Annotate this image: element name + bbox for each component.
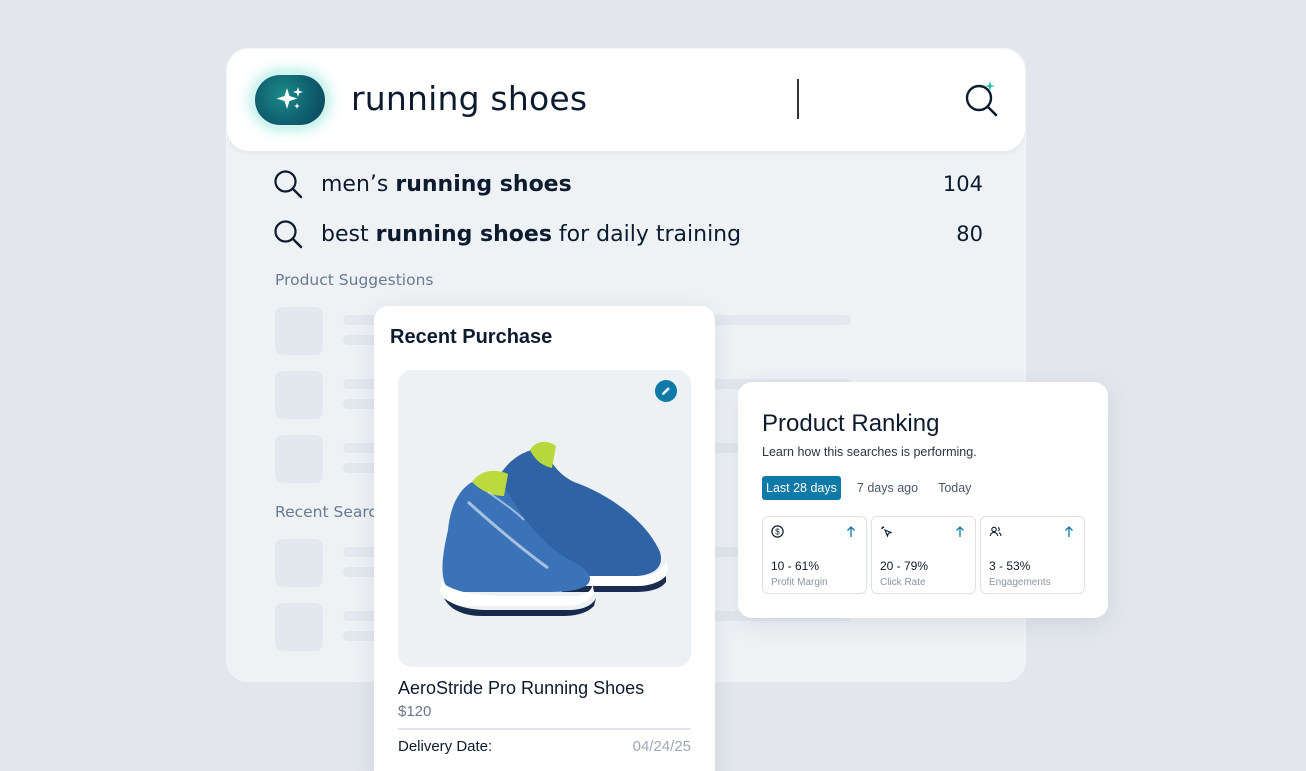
dollar-icon: $ [771, 525, 784, 538]
arrow-up-icon [847, 526, 855, 537]
product-image[interactable] [398, 370, 691, 667]
product-price: $120 [398, 703, 432, 720]
sparkles-icon [276, 87, 303, 109]
metric-label: Profit Margin [771, 577, 828, 588]
pencil-icon [662, 387, 670, 395]
click-icon [881, 526, 893, 538]
search-sparkle-icon [965, 81, 998, 117]
metrics-row: $ 10 - 61% Profit Margin 20 - 79% Click … [762, 516, 1089, 594]
suggestion-row[interactable]: best running shoes for daily training 80 [273, 216, 983, 252]
search-icon [274, 170, 303, 199]
recent-purchase-card: Recent Purchase AeroStride Pro Running S… [374, 306, 715, 771]
skeleton-thumbnail [275, 539, 323, 587]
suggestion-count: 104 [942, 172, 983, 196]
edit-button[interactable] [655, 380, 677, 402]
suggestion-text: men’s running shoes [321, 171, 572, 197]
product-ranking-title: Product Ranking [762, 410, 940, 437]
tab-last-28-days[interactable]: Last 28 days [762, 476, 841, 500]
search-input[interactable]: running shoes [351, 79, 587, 118]
skeleton-thumbnail [275, 603, 323, 651]
ai-assist-button[interactable] [255, 75, 325, 125]
product-ranking-subtitle: Learn how this searches is performing. [762, 445, 977, 459]
skeleton-thumbnail [275, 435, 323, 483]
divider [398, 728, 691, 730]
suggestion-row[interactable]: men’s running shoes 104 [273, 166, 983, 202]
recent-purchase-title: Recent Purchase [390, 326, 553, 348]
arrow-up-icon [956, 526, 964, 537]
delivery-date-label: Delivery Date: [398, 738, 493, 755]
skeleton-thumbnail [275, 307, 323, 355]
date-range-tabs: Last 28 days 7 days ago Today [762, 476, 987, 500]
svg-text:$: $ [775, 527, 780, 536]
tab-today[interactable]: Today [934, 476, 975, 500]
arrow-up-icon [1065, 526, 1073, 537]
tab-7-days-ago[interactable]: 7 days ago [853, 476, 922, 500]
search-icon [274, 220, 303, 249]
metric-value: 3 - 53% [989, 559, 1031, 573]
sneakers-illustration [440, 441, 668, 616]
suggestion-text: best running shoes for daily training [321, 221, 742, 247]
product-ranking-card: Product Ranking Learn how this searches … [738, 382, 1108, 618]
search-bar[interactable]: running shoes [227, 49, 1025, 151]
suggestion-count: 80 [956, 222, 983, 246]
product-name: AeroStride Pro Running Shoes [398, 678, 645, 698]
users-icon [989, 526, 1002, 537]
metric-engagements[interactable]: 3 - 53% Engagements [980, 516, 1085, 594]
metric-label: Click Rate [880, 577, 926, 588]
metric-click-rate[interactable]: 20 - 79% Click Rate [871, 516, 976, 594]
skeleton-thumbnail [275, 371, 323, 419]
delivery-date-value: 04/24/25 [632, 738, 691, 755]
stage: running shoes men’s running shoes 104 be… [0, 0, 1306, 771]
metric-value: 10 - 61% [771, 559, 820, 573]
product-suggestions-heading: Product Suggestions [275, 271, 434, 289]
metric-label: Engagements [989, 577, 1051, 588]
metric-value: 20 - 79% [880, 559, 929, 573]
text-caret [797, 79, 799, 119]
search-button[interactable] [962, 79, 1004, 121]
metric-profit-margin[interactable]: $ 10 - 61% Profit Margin [762, 516, 867, 594]
